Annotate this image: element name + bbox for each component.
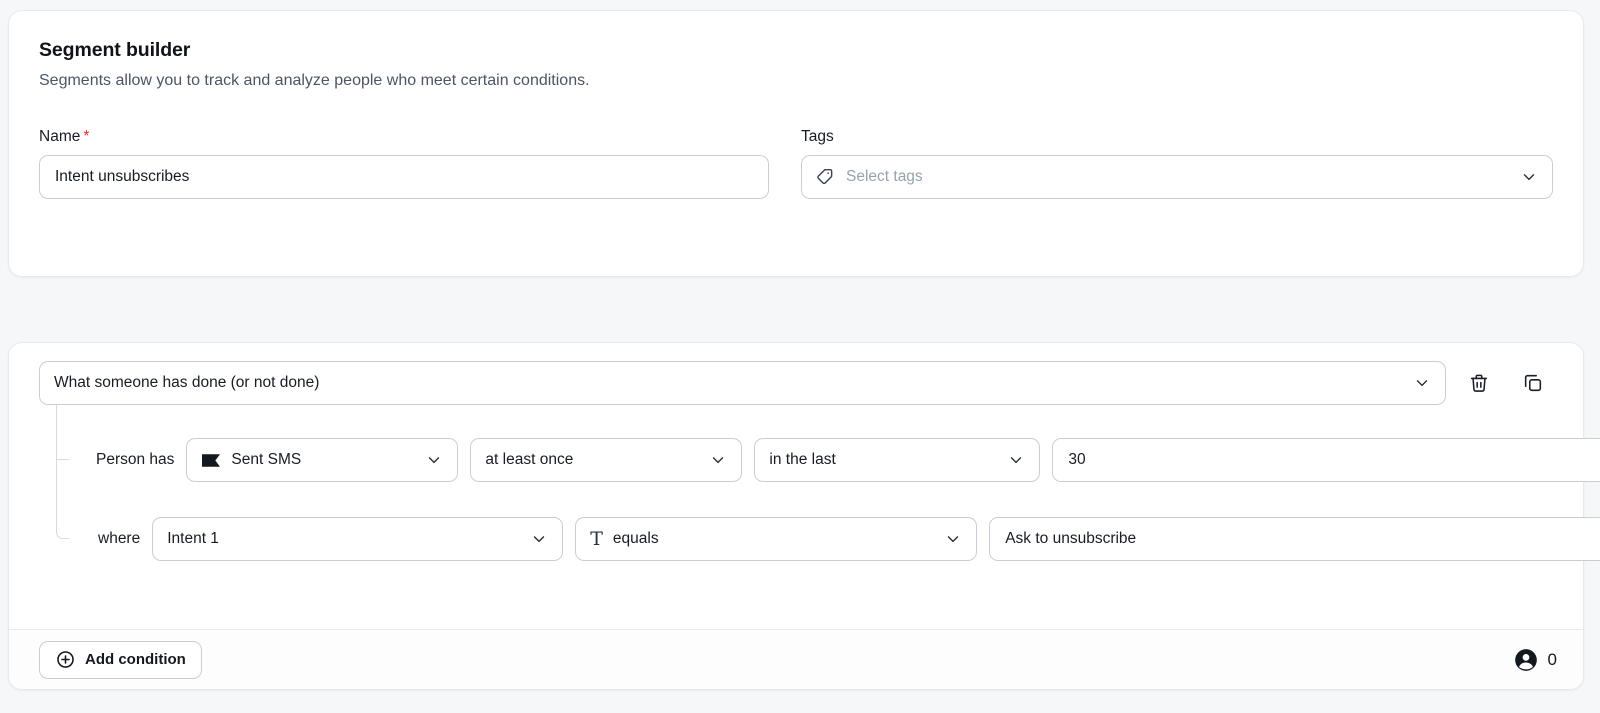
required-asterisk: * xyxy=(83,128,89,145)
frequency-select[interactable]: at least once xyxy=(470,438,742,482)
filter-row-label: where xyxy=(98,530,140,548)
name-label: Name* xyxy=(39,128,769,146)
chevron-down-icon xyxy=(1520,168,1538,186)
condition-type-select[interactable]: What someone has done (or not done) xyxy=(39,361,1446,405)
copy-icon xyxy=(1522,372,1544,394)
person-circle-icon xyxy=(1513,647,1539,673)
condition-header-row: What someone has done (or not done) xyxy=(39,361,1583,405)
audience-count: 0 xyxy=(1513,647,1557,673)
tags-select[interactable]: Select tags xyxy=(801,155,1553,199)
chevron-down-icon xyxy=(425,451,443,469)
page-subtitle: Segments allow you to track and analyze … xyxy=(39,72,1553,90)
flag-icon xyxy=(201,453,221,468)
audience-count-value: 0 xyxy=(1548,650,1557,670)
tags-label: Tags xyxy=(801,128,1553,146)
chevron-down-icon xyxy=(944,530,962,548)
add-condition-button[interactable]: Add condition xyxy=(39,641,202,679)
name-input[interactable] xyxy=(39,155,769,199)
time-window-select[interactable]: in the last xyxy=(754,438,1040,482)
trash-icon xyxy=(1468,372,1490,394)
operator-select[interactable]: T equals xyxy=(575,517,977,561)
event-select[interactable]: Sent SMS xyxy=(186,438,458,482)
conditions-card: What someone has done (or not done) xyxy=(8,342,1584,690)
chevron-down-icon xyxy=(709,451,727,469)
tag-icon xyxy=(816,167,836,187)
filter-value-input[interactable] xyxy=(989,517,1600,561)
chevron-down-icon xyxy=(1413,374,1431,392)
page-title: Segment builder xyxy=(39,39,1553,62)
plus-circle-icon xyxy=(55,649,76,670)
tree-connector-branch xyxy=(56,459,69,460)
delete-condition-button[interactable] xyxy=(1464,368,1494,398)
text-type-icon: T xyxy=(590,530,603,549)
event-condition-row: Person has Sent SMS at least once in the… xyxy=(9,438,1583,482)
tags-placeholder: Select tags xyxy=(846,168,923,186)
tree-connector xyxy=(56,405,69,539)
segment-fields: Name* Tags Select tags xyxy=(39,128,1553,199)
filter-condition-row: where Intent 1 T equals xyxy=(9,517,1583,561)
duplicate-condition-button[interactable] xyxy=(1518,368,1548,398)
chevron-down-icon xyxy=(530,530,548,548)
event-row-label: Person has xyxy=(96,451,174,469)
chevron-down-icon xyxy=(1007,451,1025,469)
segment-builder-card: Segment builder Segments allow you to tr… xyxy=(8,10,1584,277)
attribute-select[interactable]: Intent 1 xyxy=(152,517,563,561)
time-amount-input[interactable] xyxy=(1052,438,1600,482)
builder-footer: Add condition 0 xyxy=(9,629,1583,689)
